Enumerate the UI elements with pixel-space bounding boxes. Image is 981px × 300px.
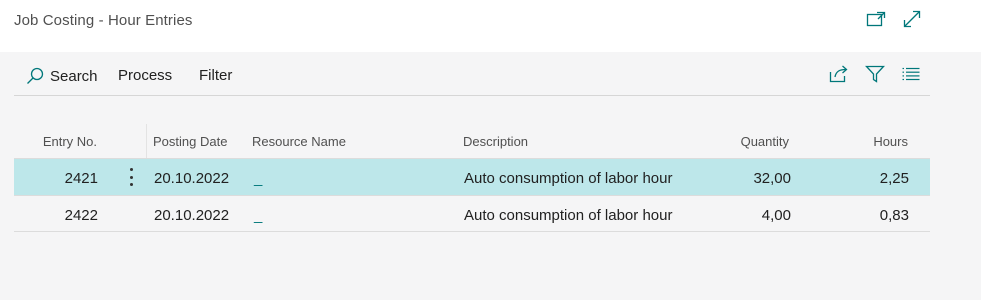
hours-cell: 0,83 bbox=[879, 207, 909, 224]
process-button[interactable]: Process bbox=[118, 67, 172, 84]
description-cell: Auto consumption of labor hour bbox=[464, 170, 673, 187]
column-header-entry-no[interactable]: Entry No. bbox=[14, 134, 97, 149]
table-row[interactable]: 2421 20.10.2022 _ Auto consumption of la… bbox=[14, 158, 930, 195]
filter-label: Filter bbox=[199, 67, 233, 84]
row-menu-icon[interactable] bbox=[126, 168, 136, 186]
posting-date-cell: 20.10.2022 bbox=[154, 207, 230, 224]
column-header-quantity[interactable]: Quantity bbox=[674, 134, 789, 149]
posting-date-cell: 20.10.2022 bbox=[154, 170, 230, 187]
description-cell: Auto consumption of labor hour bbox=[464, 207, 673, 224]
resource-name-cell[interactable]: _ bbox=[254, 207, 262, 224]
title-bar: Job Costing - Hour Entries bbox=[0, 0, 981, 52]
filter-menu-button[interactable]: Filter bbox=[199, 67, 232, 84]
expand-icon[interactable] bbox=[902, 10, 922, 28]
filter-icon[interactable] bbox=[865, 64, 885, 84]
search-icon bbox=[26, 67, 44, 85]
page-title: Job Costing - Hour Entries bbox=[14, 12, 193, 29]
table-row[interactable]: 2422 20.10.2022 _ Auto consumption of la… bbox=[14, 195, 930, 232]
search-label: Search bbox=[50, 67, 98, 85]
column-header-hours[interactable]: Hours bbox=[804, 134, 908, 149]
popout-icon[interactable] bbox=[866, 10, 886, 28]
share-icon[interactable] bbox=[829, 64, 849, 84]
search-button[interactable]: Search bbox=[26, 67, 98, 85]
hours-cell: 2,25 bbox=[879, 170, 909, 187]
hour-entries-table: Entry No. Posting Date Resource Name Des… bbox=[14, 124, 930, 232]
quantity-cell: 32,00 bbox=[753, 170, 791, 187]
column-header-description[interactable]: Description bbox=[463, 134, 528, 149]
quantity-cell: 4,00 bbox=[761, 207, 791, 224]
entry-no-cell[interactable]: 2422 bbox=[14, 207, 98, 224]
process-label: Process bbox=[118, 67, 173, 84]
column-header-posting-date[interactable]: Posting Date bbox=[153, 134, 227, 149]
list-icon[interactable] bbox=[901, 64, 921, 84]
table-header: Entry No. Posting Date Resource Name Des… bbox=[14, 124, 930, 158]
resource-name-cell[interactable]: _ bbox=[254, 170, 262, 187]
action-bar: Search Process Filter bbox=[14, 52, 930, 96]
entry-no-cell[interactable]: 2421 bbox=[14, 170, 98, 187]
column-header-resource-name[interactable]: Resource Name bbox=[252, 134, 346, 149]
column-separator bbox=[146, 124, 147, 158]
